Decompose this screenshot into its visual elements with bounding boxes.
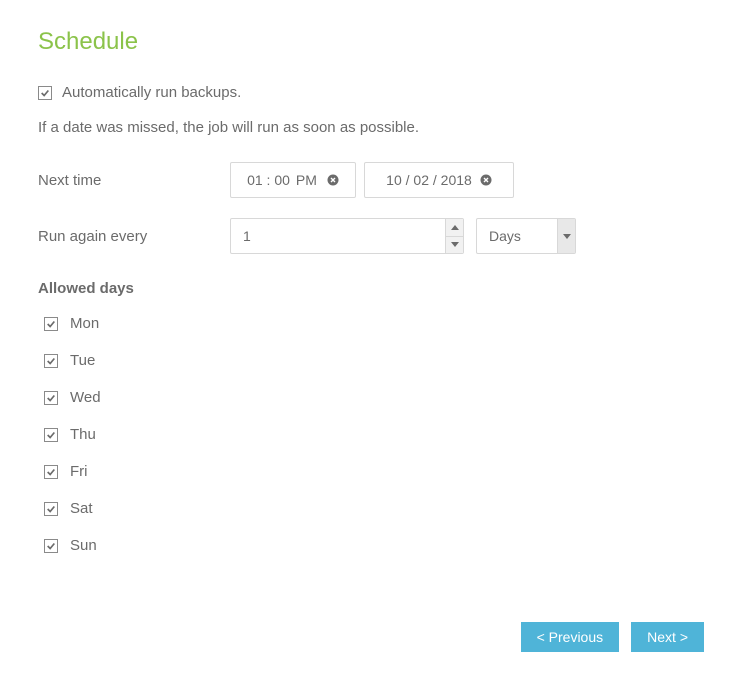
spinner-up-button[interactable] (446, 219, 463, 237)
allowed-days-title: Allowed days (38, 280, 704, 297)
day-label: Fri (70, 463, 88, 480)
day-checkbox-sun[interactable] (44, 539, 58, 553)
day-checkbox-mon[interactable] (44, 317, 58, 331)
run-again-value: 1 (241, 228, 251, 244)
info-text: If a date was missed, the job will run a… (38, 119, 704, 136)
day-checkbox-thu[interactable] (44, 428, 58, 442)
run-again-unit-value: Days (487, 228, 521, 244)
run-again-row: Run again every 1 Days (38, 218, 704, 254)
previous-button[interactable]: < Previous (521, 622, 620, 652)
day-row-thu: Thu (44, 426, 704, 443)
day-label: Wed (70, 389, 101, 406)
run-again-label: Run again every (38, 228, 230, 245)
date-value: 10 / 02 / 2018 (386, 172, 472, 188)
day-row-sat: Sat (44, 500, 704, 517)
day-row-sun: Sun (44, 537, 704, 554)
day-row-wed: Wed (44, 389, 704, 406)
clear-time-icon[interactable] (327, 174, 339, 186)
footer-buttons: < Previous Next > (521, 622, 704, 652)
day-label: Tue (70, 352, 95, 369)
clear-date-icon[interactable] (480, 174, 492, 186)
run-again-value-input[interactable]: 1 (230, 218, 464, 254)
day-label: Thu (70, 426, 96, 443)
next-time-label: Next time (38, 172, 230, 189)
day-label: Mon (70, 315, 99, 332)
spinner-down-button[interactable] (446, 237, 463, 254)
spinner-controls (445, 219, 463, 253)
day-row-fri: Fri (44, 463, 704, 480)
run-again-unit-select[interactable]: Days (476, 218, 576, 254)
next-time-input[interactable]: 01 : 00 PM (230, 162, 356, 198)
page-title: Schedule (38, 28, 704, 56)
time-ampm: PM (296, 172, 317, 188)
day-checkbox-fri[interactable] (44, 465, 58, 479)
time-value: 01 : 00 (247, 172, 290, 188)
next-date-input[interactable]: 10 / 02 / 2018 (364, 162, 514, 198)
auto-run-row: Automatically run backups. (38, 84, 704, 101)
day-row-mon: Mon (44, 315, 704, 332)
auto-run-label: Automatically run backups. (62, 84, 241, 101)
select-dropdown-button[interactable] (557, 219, 575, 253)
next-button[interactable]: Next > (631, 622, 704, 652)
auto-run-checkbox[interactable] (38, 86, 52, 100)
day-checkbox-sat[interactable] (44, 502, 58, 516)
day-label: Sun (70, 537, 97, 554)
allowed-days-list: Mon Tue Wed Thu Fri Sat Sun (38, 315, 704, 554)
day-checkbox-wed[interactable] (44, 391, 58, 405)
day-label: Sat (70, 500, 93, 517)
next-time-row: Next time 01 : 00 PM 10 / 02 / 2018 (38, 162, 704, 198)
day-checkbox-tue[interactable] (44, 354, 58, 368)
day-row-tue: Tue (44, 352, 704, 369)
